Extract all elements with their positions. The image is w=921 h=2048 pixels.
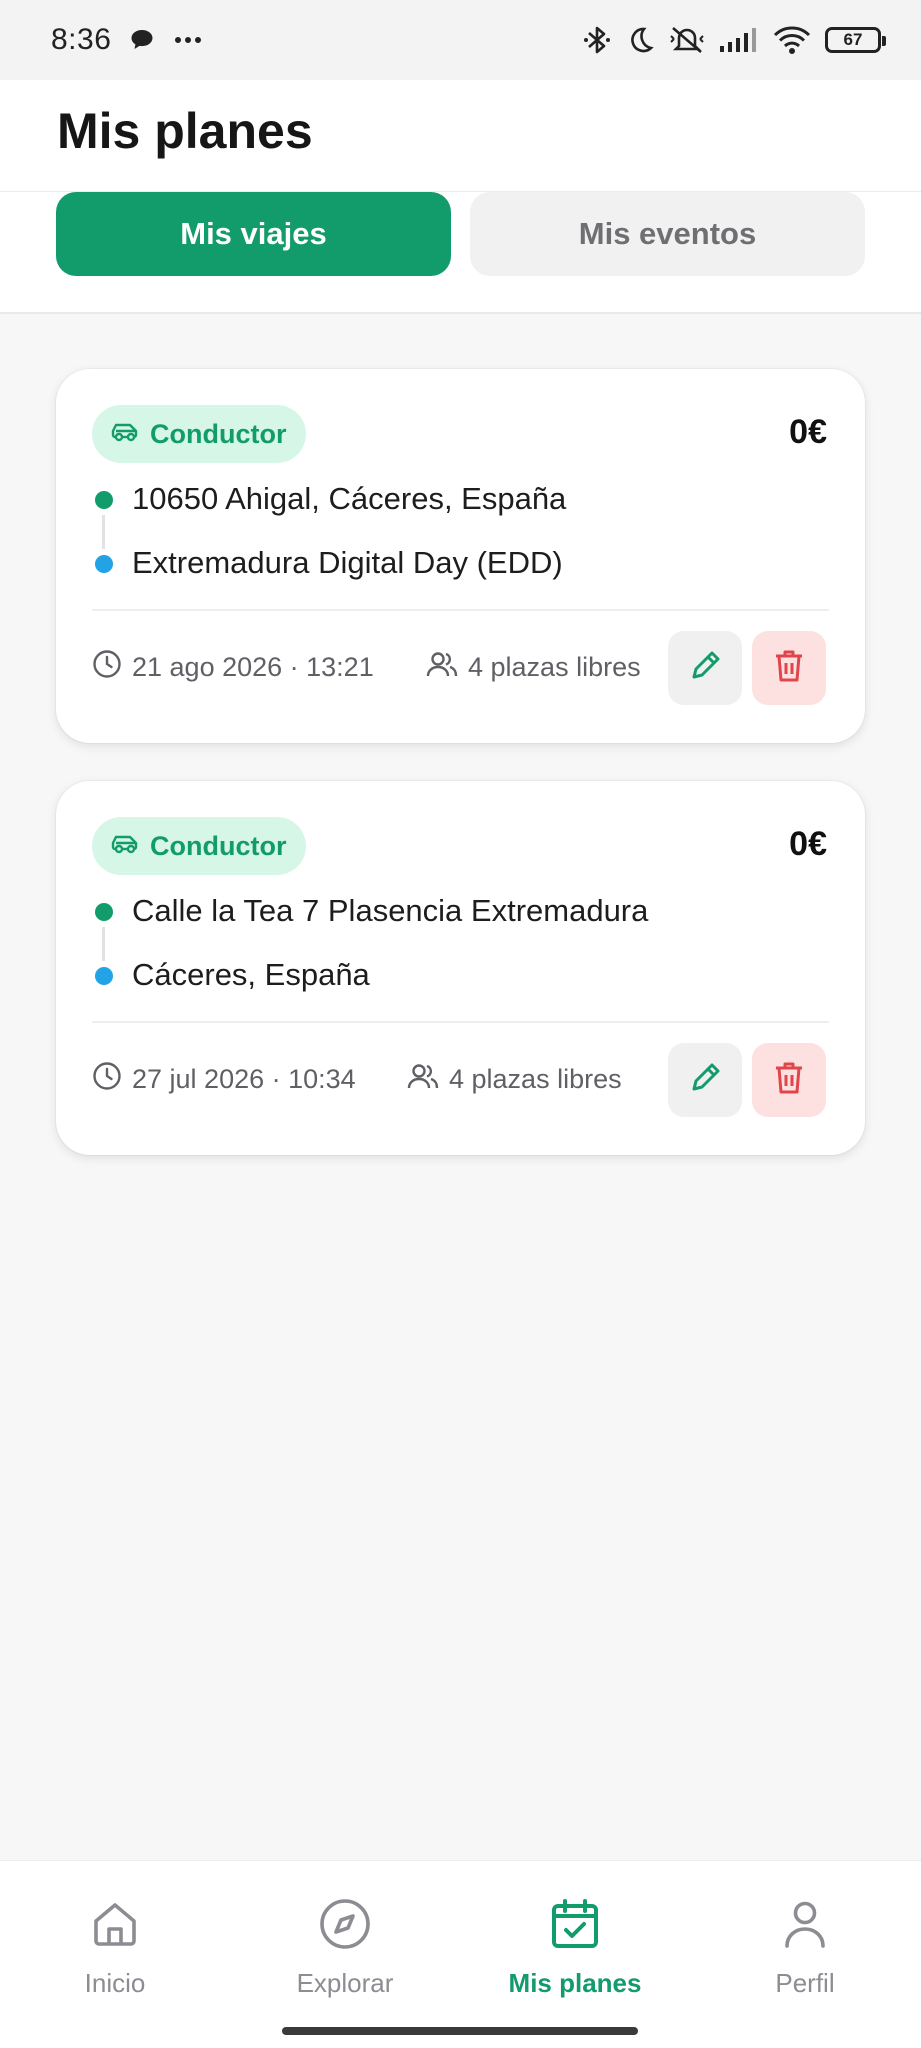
page-title: Mis planes [57, 103, 313, 159]
chat-bubble-icon [129, 27, 155, 53]
trip-price: 0€ [789, 825, 827, 863]
calendar-check-icon [548, 1897, 602, 1958]
trip-destination: Extremadura Digital Day (EDD) [132, 545, 563, 580]
status-right: 67 [583, 24, 886, 56]
tab-bar: Mis viajes Mis eventos [0, 192, 921, 314]
role-label: Conductor [150, 418, 287, 449]
card-divider [92, 609, 829, 611]
datetime-text: 21 ago 2026 · 13:21 [132, 652, 374, 682]
nav-label: Mis planes [508, 1968, 642, 1998]
users-icon [426, 649, 458, 686]
mute-icon [669, 24, 705, 56]
nav-label: Inicio [84, 1968, 146, 1998]
home-icon [88, 1897, 142, 1958]
clock-icon [92, 649, 122, 686]
signal-icon [719, 27, 759, 53]
edit-trip-button[interactable] [668, 631, 742, 705]
role-label: Conductor [150, 830, 287, 861]
battery-level: 67 [843, 30, 863, 49]
status-time: 8:36 [51, 23, 112, 56]
destination-dot [95, 967, 113, 985]
origin-dot [95, 491, 113, 509]
status-bar: 8:36 67 [0, 0, 921, 80]
delete-trip-button[interactable] [752, 1043, 826, 1117]
trip-datetime: 27 jul 2026 · 10:34 [92, 1061, 356, 1098]
edit-trip-button[interactable] [668, 1043, 742, 1117]
trip-price: 0€ [789, 413, 827, 451]
trip-seats: 4 plazas libres [426, 649, 641, 686]
users-icon [407, 1061, 439, 1098]
bottom-nav: Inicio Explorar Mis planes Perfil [0, 1860, 921, 2048]
trip-card[interactable]: Conductor 0€ Calle la Tea 7 Plasencia Ex… [56, 781, 865, 1155]
car-icon [110, 419, 140, 450]
compass-icon [318, 1897, 372, 1958]
datetime-text: 27 jul 2026 · 10:34 [132, 1064, 356, 1094]
pencil-icon [686, 647, 724, 690]
seats-text: 4 plazas libres [468, 652, 641, 682]
car-icon [110, 831, 140, 862]
trip-origin: 10650 Ahigal, Cáceres, España [132, 481, 567, 516]
home-indicator[interactable] [282, 2027, 638, 2035]
clock-icon [92, 1061, 122, 1098]
origin-dot [95, 903, 113, 921]
role-badge: Conductor [92, 405, 307, 463]
tab-mis-eventos[interactable]: Mis eventos [470, 192, 865, 276]
status-left: 8:36 [51, 23, 203, 57]
nav-item-mis-planes[interactable]: Mis planes [475, 1897, 675, 1999]
trip-destination: Cáceres, España [132, 957, 370, 992]
nav-item-explorar[interactable]: Explorar [245, 1897, 445, 1999]
moon-icon [625, 25, 655, 55]
route-connector [102, 927, 105, 961]
trip-card[interactable]: Conductor 0€ 10650 Ahigal, Cáceres, Espa… [56, 369, 865, 743]
trash-icon [772, 647, 806, 690]
tab-mis-viajes[interactable]: Mis viajes [56, 192, 451, 276]
role-badge: Conductor [92, 817, 307, 875]
wifi-icon [773, 25, 811, 55]
nav-item-perfil[interactable]: Perfil [705, 1897, 905, 1999]
trip-datetime: 21 ago 2026 · 13:21 [92, 649, 374, 686]
nav-label: Perfil [775, 1968, 835, 1998]
bluetooth-icon [583, 24, 611, 56]
nav-item-inicio[interactable]: Inicio [15, 1897, 215, 1999]
card-divider [92, 1021, 829, 1023]
route-connector [102, 515, 105, 549]
trash-icon [772, 1059, 806, 1102]
delete-trip-button[interactable] [752, 631, 826, 705]
pencil-icon [686, 1059, 724, 1102]
destination-dot [95, 555, 113, 573]
battery-icon: 67 [825, 27, 886, 53]
app-screen: 8:36 67 Mis planes Mis viajes Mis evento… [0, 0, 921, 2048]
user-icon [778, 1897, 832, 1958]
trip-seats: 4 plazas libres [407, 1061, 622, 1098]
nav-label: Explorar [296, 1968, 394, 1998]
trip-origin: Calle la Tea 7 Plasencia Extremadura [132, 893, 649, 928]
header: Mis planes [0, 80, 921, 192]
more-dots-icon [173, 35, 203, 45]
seats-text: 4 plazas libres [449, 1064, 622, 1094]
